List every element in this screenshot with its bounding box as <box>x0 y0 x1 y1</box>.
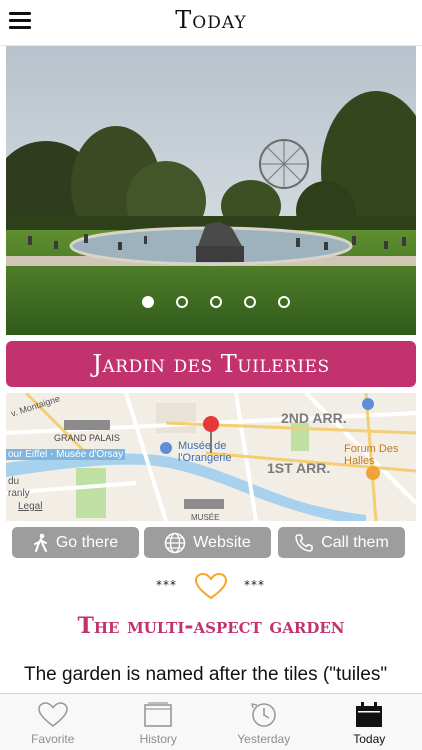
section-title: The multi-aspect garden <box>77 613 345 639</box>
book-icon <box>144 702 173 727</box>
garden-photo <box>6 46 416 335</box>
calendar-icon <box>356 702 383 727</box>
map-label-forum: Forum Des Halles <box>344 443 399 467</box>
decorative-stars-left: *** <box>156 578 177 592</box>
map-label-musee: MUSÉE <box>191 513 220 521</box>
tab-yesterday-label: Yesterday <box>237 732 291 746</box>
location-map[interactable]: v. Montaigne GRAND PALAIS Musée de l'Ora… <box>6 393 416 521</box>
walking-person-icon <box>33 533 47 552</box>
carousel-pager <box>6 296 416 308</box>
phone-icon <box>295 533 313 552</box>
carousel-dot-5[interactable] <box>278 296 290 308</box>
heart-icon <box>37 702 68 728</box>
tab-bar: Favorite History Yesterday Today <box>0 693 422 750</box>
action-buttons: Go there Website Call them <box>12 527 410 558</box>
website-button[interactable]: Website <box>144 527 271 558</box>
tab-history-label: History <box>139 732 177 746</box>
globe-icon <box>164 532 186 553</box>
map-label-branly: ranly <box>8 488 30 499</box>
clock-icon <box>250 703 276 727</box>
photo-carousel[interactable] <box>6 46 416 335</box>
top-bar: Today <box>0 0 422 46</box>
go-there-button[interactable]: Go there <box>12 527 139 558</box>
map-label-tour-eiffel: our Eiffel - Musée d'Orsay <box>6 449 126 460</box>
carousel-dot-2[interactable] <box>176 296 188 308</box>
carousel-dot-4[interactable] <box>244 296 256 308</box>
tab-favorite[interactable]: Favorite <box>0 694 106 750</box>
map-label-arr2: 2ND ARR. <box>281 410 347 426</box>
place-name: Jardin des Tuileries <box>92 350 330 378</box>
call-them-button[interactable]: Call them <box>278 527 405 558</box>
call-them-label: Call them <box>321 533 389 551</box>
page-title: Today <box>175 6 247 34</box>
website-label: Website <box>193 533 251 551</box>
carousel-dot-3[interactable] <box>210 296 222 308</box>
tab-history[interactable]: History <box>106 694 212 750</box>
place-name-banner: Jardin des Tuileries <box>6 341 416 387</box>
tab-today[interactable]: Today <box>317 694 422 750</box>
article-body: The garden is named after the tiles ("tu… <box>24 664 388 697</box>
map-label-grand-palais: GRAND PALAIS <box>54 433 120 443</box>
map-label-orangerie: Musée de l'Orangerie <box>178 440 232 464</box>
go-there-label: Go there <box>55 533 119 551</box>
tab-favorite-label: Favorite <box>31 732 75 746</box>
heart-icon[interactable] <box>195 573 227 600</box>
map-legal-link[interactable]: Legal <box>18 501 42 512</box>
map-label-du: du <box>8 476 20 487</box>
tab-yesterday[interactable]: Yesterday <box>211 694 317 750</box>
carousel-dot-1[interactable] <box>142 296 154 308</box>
decorative-stars-right: *** <box>244 578 265 592</box>
map-label-arr1: 1ST ARR. <box>267 460 331 476</box>
tab-today-label: Today <box>353 732 386 746</box>
favorite-row: *** *** <box>0 573 422 600</box>
